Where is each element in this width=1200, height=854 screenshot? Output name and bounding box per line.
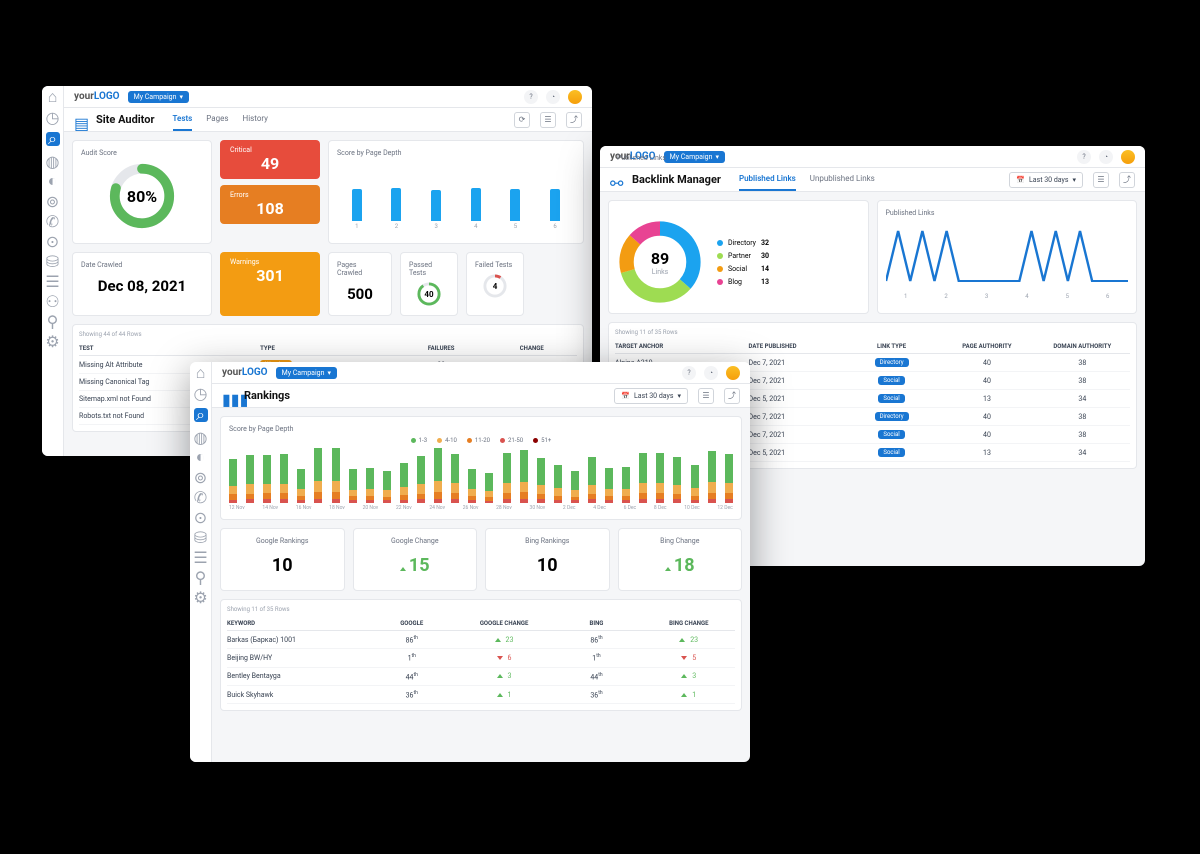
line-chart	[886, 221, 1129, 291]
globe-icon[interactable]: ◍	[196, 432, 206, 442]
failed-tests-card: Failed Tests 4	[466, 252, 524, 316]
share-button[interactable]: ⤴	[1119, 172, 1135, 188]
campaign-selector[interactable]: My Campaign▾	[128, 91, 189, 103]
location-icon[interactable]: ⊙	[48, 236, 58, 246]
tab-tests[interactable]: Tests	[173, 108, 193, 131]
plugin-icon[interactable]: ⚲	[48, 316, 58, 326]
help-icon[interactable]: ?	[1077, 150, 1091, 164]
table-row[interactable]: Barkas (Баркас) 100186th 2386th 23	[227, 631, 735, 649]
phone-icon[interactable]: ✆	[196, 492, 206, 502]
topbar: yourLOGO My Campaign▾ ? ◔	[64, 86, 592, 108]
logo: yourLOGO	[222, 367, 268, 378]
settings-icon[interactable]: ⚙	[48, 336, 58, 346]
campaign-selector[interactable]: My Campaign▾	[276, 367, 337, 379]
bell-icon[interactable]: ◔	[1099, 150, 1113, 164]
review-icon[interactable]: ⊚	[48, 196, 58, 206]
date-crawled-card: Date Crawled Dec 08, 2021	[72, 252, 212, 316]
dashboard-icon[interactable]: ◷	[196, 388, 206, 398]
published-links-line-card: Published Links 123456	[877, 200, 1138, 314]
tab-unpublished[interactable]: Unpublished Links	[810, 168, 875, 191]
stacked-bar-chart	[229, 448, 733, 503]
refresh-button[interactable]: ⟳	[514, 112, 530, 128]
score-depth-card: Score by Page Depth 123456	[328, 140, 584, 244]
avatar[interactable]	[1121, 150, 1135, 164]
page-icon: ▤	[74, 114, 86, 126]
logo: yourLOGO	[74, 91, 120, 102]
tab-history[interactable]: History	[243, 108, 268, 131]
rankings-window: ⌂ ◷ ⌕ ◍ ◐ ⊚ ✆ ⊙ ⛁ ☰ ⚲ ⚙ yourLOGO My Camp…	[190, 362, 750, 762]
home-icon[interactable]: ⌂	[48, 92, 58, 102]
cart-icon[interactable]: ⛁	[48, 256, 58, 266]
home-icon[interactable]: ⌂	[196, 368, 206, 378]
columns-button[interactable]: ☰	[540, 112, 556, 128]
dashboard-icon[interactable]: ◷	[48, 112, 58, 122]
titlebar: ▤ Site Auditor Tests Pages History ⟳ ☰ ⤴	[64, 108, 592, 132]
passed-tests-card: Passed Tests 40	[400, 252, 458, 316]
rankings-table: Showing 11 of 35 Rows KEYWORD GOOGLE GOO…	[220, 599, 742, 711]
help-icon[interactable]: ?	[682, 366, 696, 380]
plugin-icon[interactable]: ⚲	[196, 572, 206, 582]
date-filter[interactable]: 📅 Last 30 days ▾	[614, 388, 688, 404]
share-button[interactable]: ⤴	[724, 388, 740, 404]
location-icon[interactable]: ⊙	[196, 512, 206, 522]
bars-icon: ▮▮▮	[222, 390, 234, 402]
sidebar: ⌂ ◷ ⌕ ◍ ◐ ⊚ ✆ ⊙ ⛁ ☰ ⚇ ⚲ ⚙	[42, 86, 64, 456]
warnings-card[interactable]: Warnings301	[220, 252, 320, 316]
page-title: Site Auditor	[96, 113, 155, 126]
avatar[interactable]	[726, 366, 740, 380]
date-filter[interactable]: 📅 Last 30 days ▾	[1009, 172, 1083, 188]
tab-published[interactable]: Published Links	[739, 168, 796, 191]
titlebar: ⚯ Backlink Manager Published Links Unpub…	[600, 168, 1145, 192]
link-icon: ⚯	[610, 174, 622, 186]
report-icon[interactable]: ☰	[48, 276, 58, 286]
bing-rankings-card: Bing Rankings10	[485, 528, 610, 591]
tab-pages[interactable]: Pages	[206, 108, 228, 131]
avatar[interactable]	[568, 90, 582, 104]
topbar: yourLOGO My Campaign▾ ? ◔	[600, 146, 1145, 168]
settings-icon[interactable]: ⚙	[196, 592, 206, 602]
share-button[interactable]: ⤴	[566, 112, 582, 128]
published-links-donut-card: Published Links 89Links Directory32Partn…	[608, 200, 869, 314]
sidebar: ⌂ ◷ ⌕ ◍ ◐ ⊚ ✆ ⊙ ⛁ ☰ ⚲ ⚙	[190, 362, 212, 762]
audit-score-card: Audit Score 80%	[72, 140, 212, 244]
titlebar: ▮▮▮ Rankings 📅 Last 30 days ▾ ☰ ⤴	[212, 384, 750, 408]
page-title: Backlink Manager	[632, 173, 721, 186]
phone-icon[interactable]: ✆	[48, 216, 58, 226]
report-icon[interactable]: ☰	[196, 552, 206, 562]
globe-icon[interactable]: ◍	[48, 156, 58, 166]
topbar: yourLOGO My Campaign▾ ? ◔	[212, 362, 750, 384]
bing-change-card: Bing Change18	[618, 528, 743, 591]
table-row[interactable]: Bentley Bentayga44th 344th 3	[227, 668, 735, 686]
errors-card[interactable]: Errors108	[220, 185, 320, 224]
users-icon[interactable]: ⚇	[48, 296, 58, 306]
audit-score-donut: 80%	[107, 161, 177, 231]
bell-icon[interactable]: ◔	[546, 90, 560, 104]
tabs: Tests Pages History	[173, 108, 268, 131]
review-icon[interactable]: ⊚	[196, 472, 206, 482]
search-icon[interactable]: ⌕	[194, 408, 208, 422]
search-icon[interactable]: ⌕	[46, 132, 60, 146]
pages-crawled-card: Pages Crawled 500	[328, 252, 392, 316]
page-title: Rankings	[244, 389, 290, 402]
chart-legend: 1-3 4-10 11-20 21-50 51+	[229, 437, 733, 444]
google-rankings-card: Google Rankings10	[220, 528, 345, 591]
rankings-chart-card: Score by Page Depth 1-3 4-10 11-20 21-50…	[220, 416, 742, 520]
critical-card[interactable]: Critical49	[220, 140, 320, 179]
columns-button[interactable]: ☰	[1093, 172, 1109, 188]
chat-icon[interactable]: ◐	[196, 452, 206, 462]
help-icon[interactable]: ?	[524, 90, 538, 104]
cart-icon[interactable]: ⛁	[196, 532, 206, 542]
bell-icon[interactable]: ◔	[704, 366, 718, 380]
score-depth-chart	[337, 161, 575, 221]
columns-button[interactable]: ☰	[698, 388, 714, 404]
chat-icon[interactable]: ◐	[48, 176, 58, 186]
table-row[interactable]: Buick Skyhawk36th 136th 1	[227, 686, 735, 704]
campaign-selector[interactable]: My Campaign▾	[664, 151, 725, 163]
table-row[interactable]: Beijing BW/HY1th 61th 5	[227, 649, 735, 667]
links-donut: 89Links	[617, 219, 703, 305]
donut-legend: Directory32Partner30Social14Blog13	[717, 239, 769, 286]
google-change-card: Google Change15	[353, 528, 478, 591]
